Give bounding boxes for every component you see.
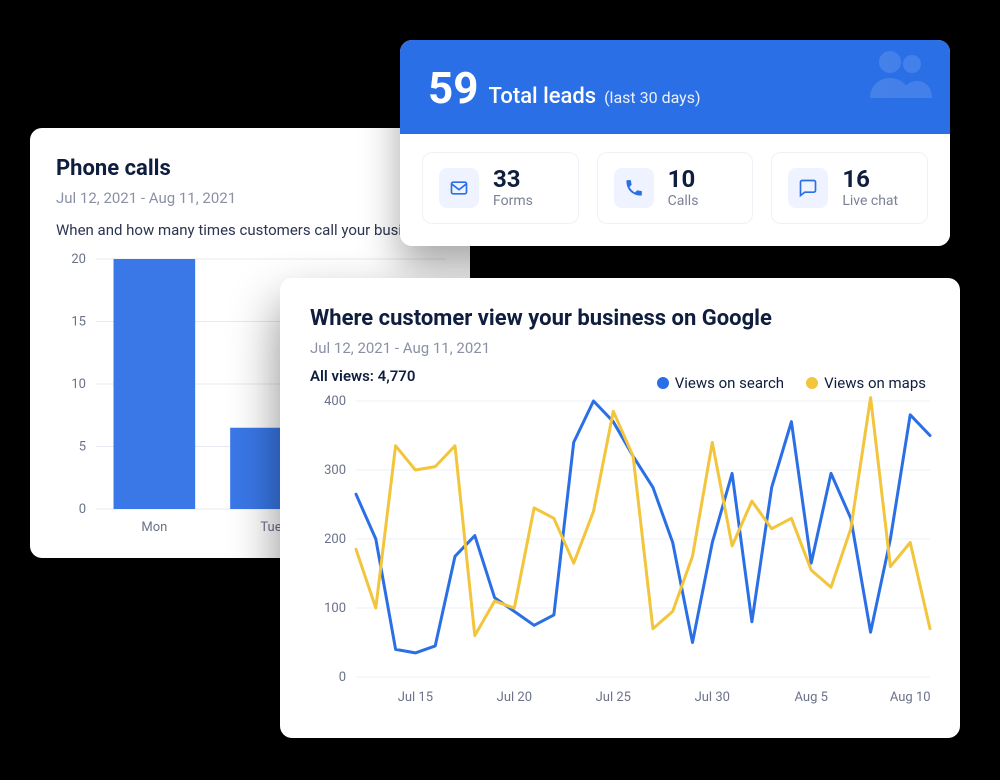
people-icon <box>866 48 936 106</box>
google-views-date-range: Jul 12, 2021 - Aug 11, 2021 <box>310 339 930 357</box>
phone-calls-title: Phone calls <box>56 156 444 181</box>
svg-text:15: 15 <box>71 315 86 330</box>
total-leads-stats: 33 Forms 10 Calls 16 Live ch <box>400 134 950 246</box>
total-leads-subtext: (last 30 days) <box>604 88 701 107</box>
svg-text:0: 0 <box>79 502 86 517</box>
svg-text:Tue: Tue <box>260 520 281 535</box>
svg-text:5: 5 <box>79 440 86 455</box>
stat-livechat[interactable]: 16 Live chat <box>771 152 928 224</box>
svg-text:200: 200 <box>324 532 346 547</box>
svg-text:300: 300 <box>324 463 346 478</box>
svg-text:Aug 10: Aug 10 <box>890 690 931 705</box>
total-leads-card: 59 Total leads (last 30 days) 33 Forms <box>400 40 950 246</box>
stat-calls-label: Calls <box>668 193 699 209</box>
google-views-card: Where customer view your business on Goo… <box>280 278 960 738</box>
svg-text:Jul 15: Jul 15 <box>398 690 433 705</box>
total-leads-count: 59 <box>428 62 479 114</box>
legend-label-maps: Views on maps <box>824 374 926 392</box>
legend-item-maps: Views on maps <box>806 374 926 392</box>
mail-icon <box>439 168 479 208</box>
svg-text:Mon: Mon <box>141 520 167 535</box>
stat-calls[interactable]: 10 Calls <box>597 152 754 224</box>
phone-calls-date-range: Jul 12, 2021 - Aug 11, 2021 <box>56 189 444 207</box>
total-leads-header: 59 Total leads (last 30 days) <box>400 40 950 134</box>
google-views-legend: Views on search Views on maps <box>657 374 926 392</box>
svg-text:100: 100 <box>324 601 346 616</box>
svg-text:Jul 25: Jul 25 <box>596 690 631 705</box>
svg-text:Jul 30: Jul 30 <box>695 690 730 705</box>
svg-text:0: 0 <box>339 670 346 685</box>
svg-text:400: 400 <box>324 394 346 409</box>
phone-calls-description: When and how many times customers call y… <box>56 221 444 239</box>
svg-text:20: 20 <box>71 252 86 267</box>
stat-livechat-value: 16 <box>842 167 898 191</box>
stat-forms[interactable]: 33 Forms <box>422 152 579 224</box>
google-views-total-value: 4,770 <box>378 367 416 385</box>
chat-icon <box>788 168 828 208</box>
legend-label-search: Views on search <box>675 374 784 392</box>
legend-dot-search-icon <box>657 377 669 389</box>
google-views-line-chart: 0 100 200 300 400 Jul 15 Jul 20 Jul 25 Jul 30 Aug… <box>310 391 940 711</box>
google-views-total-label: All views: <box>310 367 374 385</box>
stat-forms-label: Forms <box>493 193 533 209</box>
svg-text:Jul 20: Jul 20 <box>497 690 532 705</box>
svg-text:Aug 5: Aug 5 <box>795 690 828 705</box>
stat-forms-value: 33 <box>493 167 533 191</box>
google-views-title: Where customer view your business on Goo… <box>310 306 930 331</box>
phone-icon <box>614 168 654 208</box>
legend-dot-maps-icon <box>806 377 818 389</box>
svg-text:10: 10 <box>71 377 86 392</box>
legend-item-search: Views on search <box>657 374 784 392</box>
stat-calls-value: 10 <box>668 167 699 191</box>
total-leads-label: Total leads <box>488 84 596 109</box>
stat-livechat-label: Live chat <box>842 193 898 209</box>
